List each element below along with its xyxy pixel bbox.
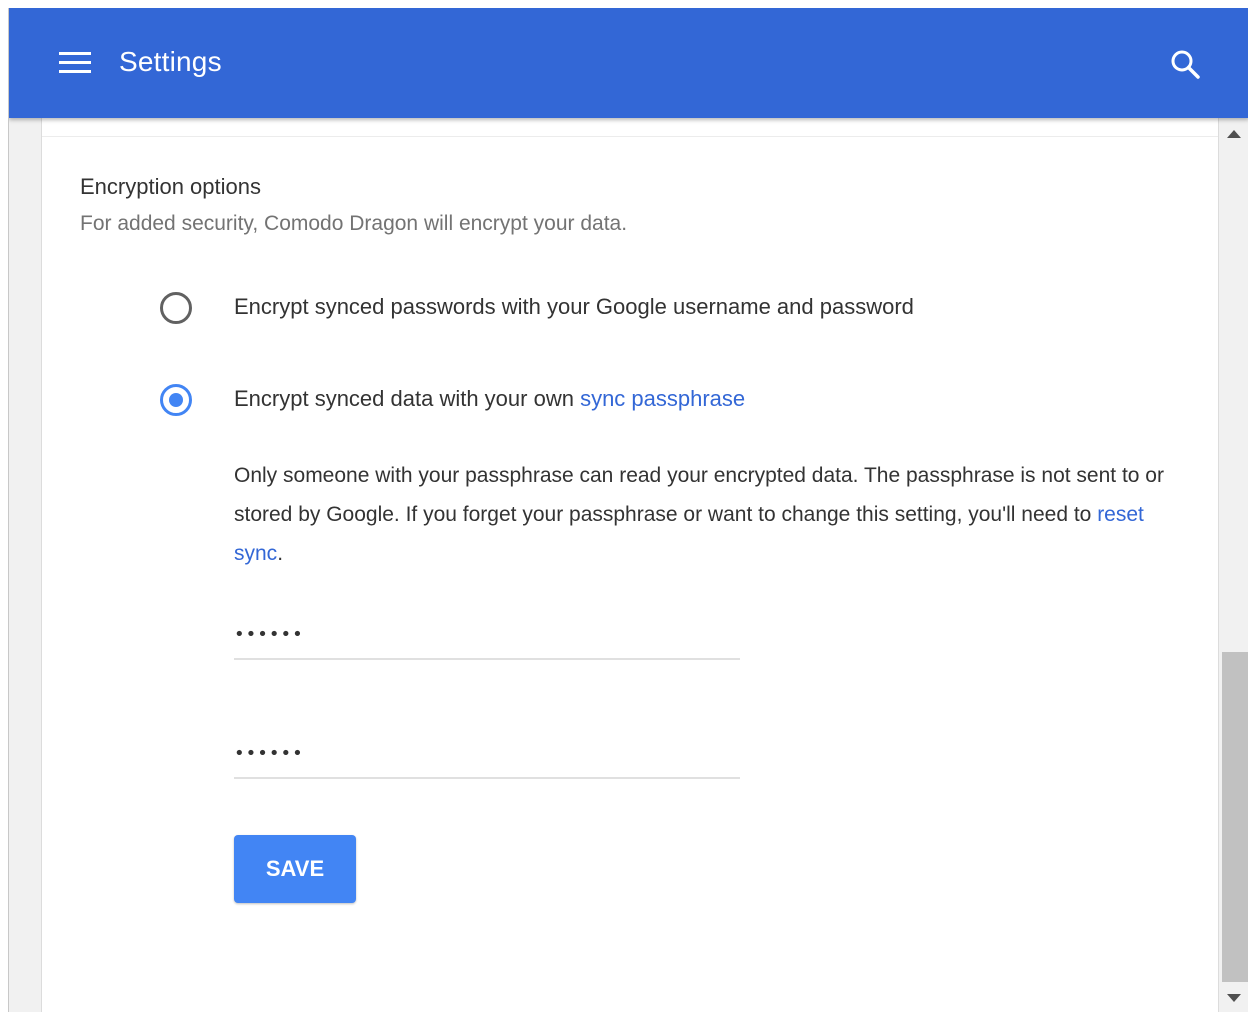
top-app-bar: Settings bbox=[9, 8, 1248, 118]
encryption-options-subtitle: For added security, Comodo Dragon will e… bbox=[80, 212, 628, 235]
vertical-scrollbar[interactable] bbox=[1221, 118, 1248, 1012]
settings-card: Encryption options For added security, C… bbox=[41, 118, 1219, 1012]
divider bbox=[42, 136, 1218, 137]
radio-sync-passphrase-label-text: Encrypt synced data with your own bbox=[234, 386, 581, 411]
scroll-down-arrow-icon[interactable] bbox=[1227, 994, 1241, 1002]
radio-sync-passphrase[interactable] bbox=[160, 384, 192, 416]
passphrase-description-text: Only someone with your passphrase can re… bbox=[234, 464, 1164, 526]
settings-window: Settings Encryption options For added se… bbox=[8, 8, 1248, 1012]
confirm-passphrase-input[interactable] bbox=[234, 729, 740, 779]
radio-google-credentials[interactable] bbox=[160, 292, 192, 324]
sync-passphrase-link[interactable]: sync passphrase bbox=[580, 386, 745, 411]
page-title: Settings bbox=[119, 46, 222, 77]
encryption-options-title: Encryption options bbox=[80, 174, 261, 199]
radio-selected-dot bbox=[169, 393, 183, 407]
passphrase-input[interactable] bbox=[234, 610, 740, 660]
radio-google-credentials-label[interactable]: Encrypt synced passwords with your Googl… bbox=[234, 294, 914, 320]
scroll-up-arrow-icon[interactable] bbox=[1227, 130, 1241, 138]
radio-sync-passphrase-label[interactable]: Encrypt synced data with your own sync p… bbox=[234, 386, 745, 412]
save-button[interactable]: SAVE bbox=[234, 835, 356, 903]
passphrase-description: Only someone with your passphrase can re… bbox=[234, 456, 1194, 573]
scrollbar-thumb[interactable] bbox=[1222, 652, 1248, 982]
passphrase-description-suffix: . bbox=[277, 542, 284, 565]
hamburger-menu-icon[interactable] bbox=[59, 51, 91, 75]
search-icon[interactable] bbox=[1169, 48, 1201, 80]
